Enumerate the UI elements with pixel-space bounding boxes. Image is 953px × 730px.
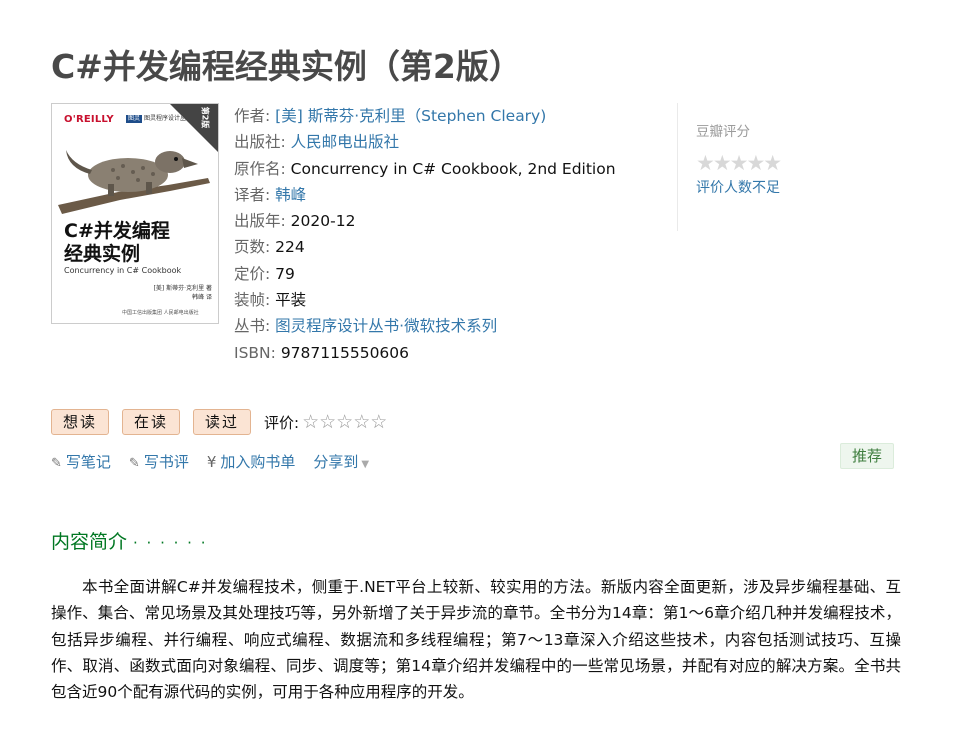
author-row: 作者: [美] 斯蒂芬·克利里（Stephen Cleary) xyxy=(234,107,547,125)
rating-stars-icon: ★★★★★ xyxy=(696,151,782,175)
write-note-link[interactable]: ✎ 写笔记 xyxy=(51,451,111,472)
recommend-button[interactable]: 推荐 xyxy=(840,443,894,469)
publisher-row: 出版社: 人民邮电出版社 xyxy=(234,133,400,152)
not-enough-ratings-link[interactable]: 评价人数不足 xyxy=(696,177,817,197)
pencil-icon: ✎ xyxy=(51,456,62,471)
section-dots: · · · · · · xyxy=(133,534,208,552)
cover-title: C#并发编程 经典实例 xyxy=(64,220,170,265)
binding-row: 装帧: 平装 xyxy=(234,291,307,310)
secondary-actions: ✎ 写笔记 ✎ 写书评 ¥ 加入购书单 分享到 ▼ xyxy=(51,451,387,472)
author-link[interactable]: [美] 斯蒂芬·克利里（Stephen Cleary) xyxy=(275,107,546,125)
reading-status-bar: 想读 在读 读过 评价: ☆☆☆☆☆ xyxy=(51,409,387,435)
book-info: 作者: [美] 斯蒂芬·克利里（Stephen Cleary) 出版社: 人民邮… xyxy=(234,103,616,366)
reading-button[interactable]: 在读 xyxy=(122,409,181,435)
write-review-link[interactable]: ✎ 写书评 xyxy=(129,451,189,472)
douban-rating: 豆瓣评分 ★★★★★ 评价人数不足 xyxy=(677,103,817,231)
pencil-icon: ✎ xyxy=(128,456,140,471)
original-title-row: 原作名: Concurrency in C# Cookbook, 2nd Edi… xyxy=(234,159,616,178)
cover-author: [美] 斯蒂芬·克利里 著 韩峰 译 xyxy=(153,285,212,301)
add-to-booklist-link[interactable]: ¥ 加入购书单 xyxy=(207,451,296,472)
yen-icon: ¥ xyxy=(206,453,217,471)
rating-label: 豆瓣评分 xyxy=(696,124,750,140)
want-to-read-button[interactable]: 想读 xyxy=(51,409,110,435)
translator-row: 译者: 韩峰 xyxy=(234,185,307,204)
rate-stars-input[interactable]: ☆☆☆☆☆ xyxy=(302,411,387,433)
pages-row: 页数: 224 xyxy=(234,238,305,257)
edition-tag: 第2版 xyxy=(200,106,210,129)
isbn-row: ISBN: 9787115550606 xyxy=(234,343,410,362)
publisher-logo: O'REILLY xyxy=(64,114,114,125)
have-read-button[interactable]: 读过 xyxy=(193,409,252,435)
cover-subtitle: Concurrency in C# Cookbook xyxy=(64,266,182,275)
page-title: C#并发编程经典实例（第2版） xyxy=(51,47,522,86)
intro-section-title: 内容简介 · · · · · · xyxy=(51,531,208,553)
rate-label: 评价: xyxy=(264,413,300,432)
intro-text: 本书全面讲解C#并发编程技术，侧重于.NET平台上较新、较实用的方法。新版内容全… xyxy=(51,578,901,702)
price-row: 定价: 79 xyxy=(234,264,295,283)
series-row: 丛书: 图灵程序设计丛书·微软技术系列 xyxy=(234,317,498,336)
pub-year-row: 出版年: 2020-12 xyxy=(234,212,356,231)
cover-footer: 中国工信出版集团 人民邮电出版社 xyxy=(122,310,199,316)
translator-link[interactable]: 韩峰 xyxy=(275,186,306,204)
series-badge: 图灵 xyxy=(126,115,143,123)
share-dropdown[interactable]: 分享到 ▼ xyxy=(313,451,369,472)
series-link[interactable]: 图灵程序设计丛书·微软技术系列 xyxy=(275,317,497,335)
book-cover[interactable]: O'REILLY 图灵 图灵程序设计丛书 第2版 C#并发编程 经典实例 Con… xyxy=(51,103,219,324)
chevron-down-icon: ▼ xyxy=(361,459,370,470)
publisher-link[interactable]: 人民邮电出版社 xyxy=(291,133,400,151)
civet-illustration-icon xyxy=(58,150,210,214)
